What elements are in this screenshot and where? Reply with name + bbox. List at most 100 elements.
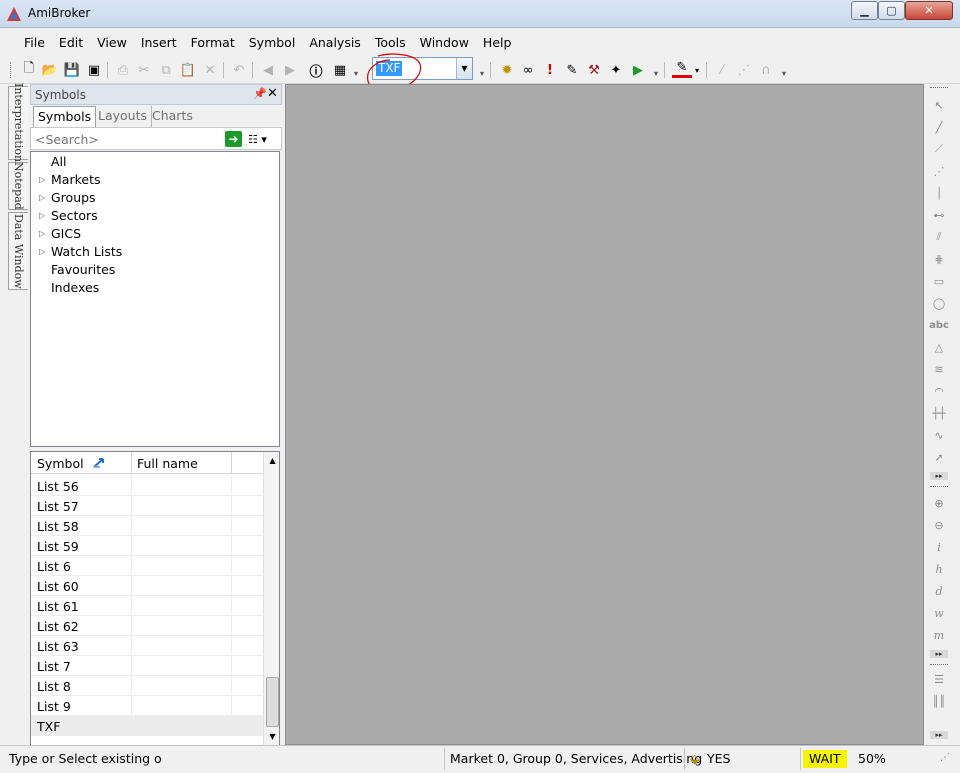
arrow-icon[interactable]: ➚ <box>929 448 949 466</box>
toolbar-more-icon[interactable]: ▸▸ <box>930 731 948 739</box>
build-hammer-icon[interactable]: ⚒ <box>584 60 604 80</box>
table-row[interactable]: List 7 <box>31 656 263 676</box>
cycles-icon[interactable]: ┼┼ <box>929 404 949 422</box>
table-row[interactable]: TXF <box>31 716 263 736</box>
zoom-in-icon[interactable]: ⊕ <box>929 494 949 512</box>
scan-glasses-icon[interactable]: ∞ <box>518 60 538 80</box>
table-row[interactable]: List 62 <box>31 616 263 636</box>
alert-icon[interactable]: ! <box>540 60 560 80</box>
table-row[interactable]: List 63 <box>31 636 263 656</box>
tree-item[interactable]: ▷ Groups <box>39 188 96 206</box>
maximize-button[interactable]: ▢ <box>878 1 905 20</box>
run-backtest-icon[interactable]: ▶ <box>628 60 648 80</box>
tree-item[interactable]: ▷ Sectors <box>39 206 98 224</box>
ray-icon[interactable]: ⟋ <box>929 140 949 158</box>
parallel-lines-icon[interactable]: ⫽ <box>929 228 949 246</box>
toolbar-more-icon[interactable]: ▸▸ <box>930 650 948 658</box>
menu-analysis[interactable]: Analysis <box>309 35 361 50</box>
delete-icon[interactable]: ✕ <box>200 60 220 80</box>
copy-icon[interactable]: ⧉ <box>156 60 176 80</box>
toolbar-overflow-icon[interactable]: ▾ <box>352 62 360 78</box>
vertical-line-icon[interactable]: │ <box>929 184 949 202</box>
optimize-wand-icon[interactable]: ✦ <box>606 60 626 80</box>
expand-arrow-icon[interactable]: ▷ <box>39 211 51 220</box>
menu-edit[interactable]: Edit <box>59 35 83 50</box>
tree-item[interactable]: Indexes <box>39 278 99 296</box>
zigzag-icon[interactable]: ∿ <box>929 426 949 444</box>
tab-notepad[interactable]: Notepad <box>8 162 28 210</box>
grid-lines-icon[interactable]: ⋕ <box>929 250 949 268</box>
toolbar-overflow-icon[interactable]: ▾ <box>652 62 660 78</box>
print-icon[interactable]: ⎙ <box>113 60 133 80</box>
menu-symbol[interactable]: Symbol <box>249 35 296 50</box>
interval-w-icon[interactable]: w <box>929 604 949 622</box>
table-row[interactable]: List 56 <box>31 476 263 496</box>
tree-item[interactable]: ▷ Watch Lists <box>39 242 122 260</box>
color-dropdown-icon[interactable]: ▾ <box>692 60 702 80</box>
menu-file[interactable]: File <box>24 35 45 50</box>
rectangle-icon[interactable]: ▭ <box>929 272 949 290</box>
table-row[interactable]: List 59 <box>31 536 263 556</box>
triangle-icon[interactable]: △ <box>929 338 949 356</box>
list-view-icon[interactable]: ☷ ▾ <box>248 131 278 147</box>
text-tool-icon[interactable]: abc <box>929 316 949 334</box>
close-button[interactable]: ✕ <box>905 1 953 20</box>
interval-h-icon[interactable]: h <box>929 560 949 578</box>
menu-format[interactable]: Format <box>191 35 235 50</box>
tree-item[interactable]: ▷ GICS <box>39 224 81 242</box>
interval-d-icon[interactable]: d <box>929 582 949 600</box>
expand-arrow-icon[interactable]: ▷ <box>39 247 51 256</box>
info-icon[interactable]: ⓘ <box>306 60 326 80</box>
tab-symbols[interactable]: Symbols <box>33 106 97 127</box>
layers-icon[interactable]: ☰ <box>929 670 949 688</box>
save-icon[interactable]: 💾 <box>62 60 82 80</box>
chart-workspace[interactable] <box>285 84 924 745</box>
scroll-up-icon[interactable]: ▲ <box>264 452 279 469</box>
tab-layouts[interactable]: Layouts <box>94 106 153 127</box>
toolbar-overflow-icon[interactable]: ▾ <box>780 62 788 78</box>
symbol-combo-value[interactable]: TXF <box>376 61 403 76</box>
pin-icon[interactable]: 📌 <box>253 87 267 100</box>
column-separator[interactable] <box>131 452 132 474</box>
search-input[interactable] <box>35 131 215 147</box>
open-folder-icon[interactable]: 📂 <box>40 60 60 80</box>
table-row[interactable]: List 57 <box>31 496 263 516</box>
toolbar-grip[interactable] <box>930 486 948 490</box>
tree-item[interactable]: Favourites <box>39 260 115 278</box>
minimize-button[interactable]: ▁ <box>851 1 878 20</box>
arc-icon[interactable]: ◠ <box>929 382 949 400</box>
pencil-icon[interactable]: ⁄ <box>712 60 732 80</box>
scroll-down-icon[interactable]: ▼ <box>264 728 279 745</box>
cut-icon[interactable]: ✂ <box>134 60 154 80</box>
ellipse-icon[interactable]: ◯ <box>929 294 949 312</box>
forward-icon[interactable]: ▶ <box>280 60 300 80</box>
extended-line-icon[interactable]: ⋰ <box>929 162 949 180</box>
new-file-icon[interactable]: 🗋 <box>19 60 39 80</box>
expand-arrow-icon[interactable]: ▷ <box>39 175 51 184</box>
paste-icon[interactable]: 📋 <box>178 60 198 80</box>
interval-i-icon[interactable]: i <box>929 538 949 556</box>
tab-data-window[interactable]: Data Window <box>8 212 28 290</box>
menu-help[interactable]: Help <box>483 35 512 50</box>
menu-view[interactable]: View <box>97 35 127 50</box>
sort-arrow-icon[interactable] <box>91 455 107 471</box>
draw-color-icon[interactable]: ✎ <box>672 60 692 78</box>
resize-grip-icon[interactable]: ⋰ <box>940 752 950 763</box>
toolbar-grip[interactable] <box>930 87 948 91</box>
menu-tools[interactable]: Tools <box>375 35 406 50</box>
column-separator[interactable] <box>231 452 232 474</box>
toolbar-grip[interactable] <box>930 664 948 668</box>
table-row[interactable]: List 6 <box>31 556 263 576</box>
toolbar-overflow-icon[interactable]: ▾ <box>478 62 486 78</box>
table-row[interactable]: List 60 <box>31 576 263 596</box>
magnet-icon[interactable]: ∩ <box>756 60 776 80</box>
column-header-symbol[interactable]: Symbol <box>37 456 84 471</box>
search-go-icon[interactable]: ➜ <box>225 131 242 147</box>
menu-window[interactable]: Window <box>420 35 469 50</box>
edit-formula-icon[interactable]: ✎ <box>562 60 582 80</box>
expand-arrow-icon[interactable]: ▷ <box>39 229 51 238</box>
settings-gear-icon[interactable]: ✹ <box>497 60 517 80</box>
toolbar-grip[interactable] <box>10 62 18 78</box>
interval-m-icon[interactable]: m <box>929 626 949 644</box>
tree-item[interactable]: ▷ Markets <box>39 170 100 188</box>
